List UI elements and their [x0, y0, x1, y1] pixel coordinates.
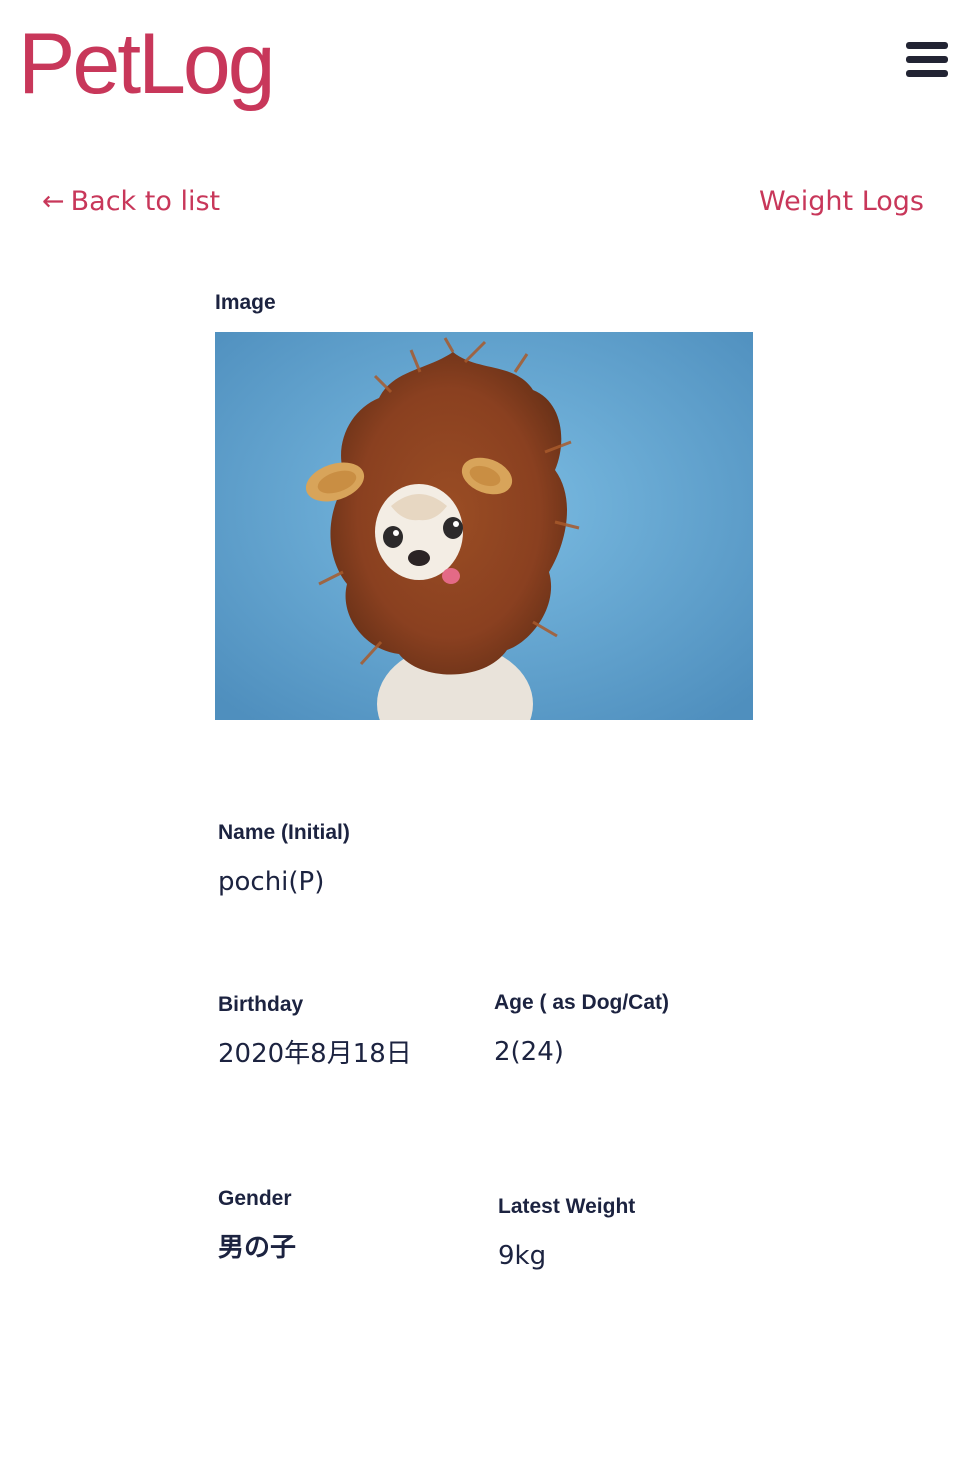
age-value: 2(24) — [494, 1037, 564, 1067]
age-label: Age ( as Dog/Cat) — [494, 991, 670, 1014]
gender-value: 男の子 — [218, 1233, 297, 1263]
arrow-left-icon: ← — [42, 186, 65, 217]
pet-photo — [215, 332, 753, 720]
menu-bar — [906, 70, 948, 77]
name-value: pochi(P) — [218, 867, 325, 897]
back-to-list-label: Back to list — [70, 186, 221, 217]
hamburger-menu-icon[interactable] — [906, 42, 950, 78]
latest-weight-label: Latest Weight — [498, 1195, 636, 1218]
back-to-list-link[interactable]: ← Back to list — [42, 182, 220, 222]
birthday-label: Birthday — [218, 993, 304, 1016]
weight-logs-link[interactable]: Weight Logs — [759, 182, 924, 222]
image-label: Image — [215, 291, 276, 314]
name-label: Name (Initial) — [218, 821, 350, 844]
app-logo[interactable]: PetLog — [18, 14, 276, 114]
birthday-value: 2020年8月18日 — [218, 1039, 412, 1069]
latest-weight-value: 9kg — [498, 1241, 547, 1271]
menu-bar — [906, 56, 948, 63]
menu-bar — [906, 42, 948, 49]
gender-label: Gender — [218, 1187, 292, 1210]
